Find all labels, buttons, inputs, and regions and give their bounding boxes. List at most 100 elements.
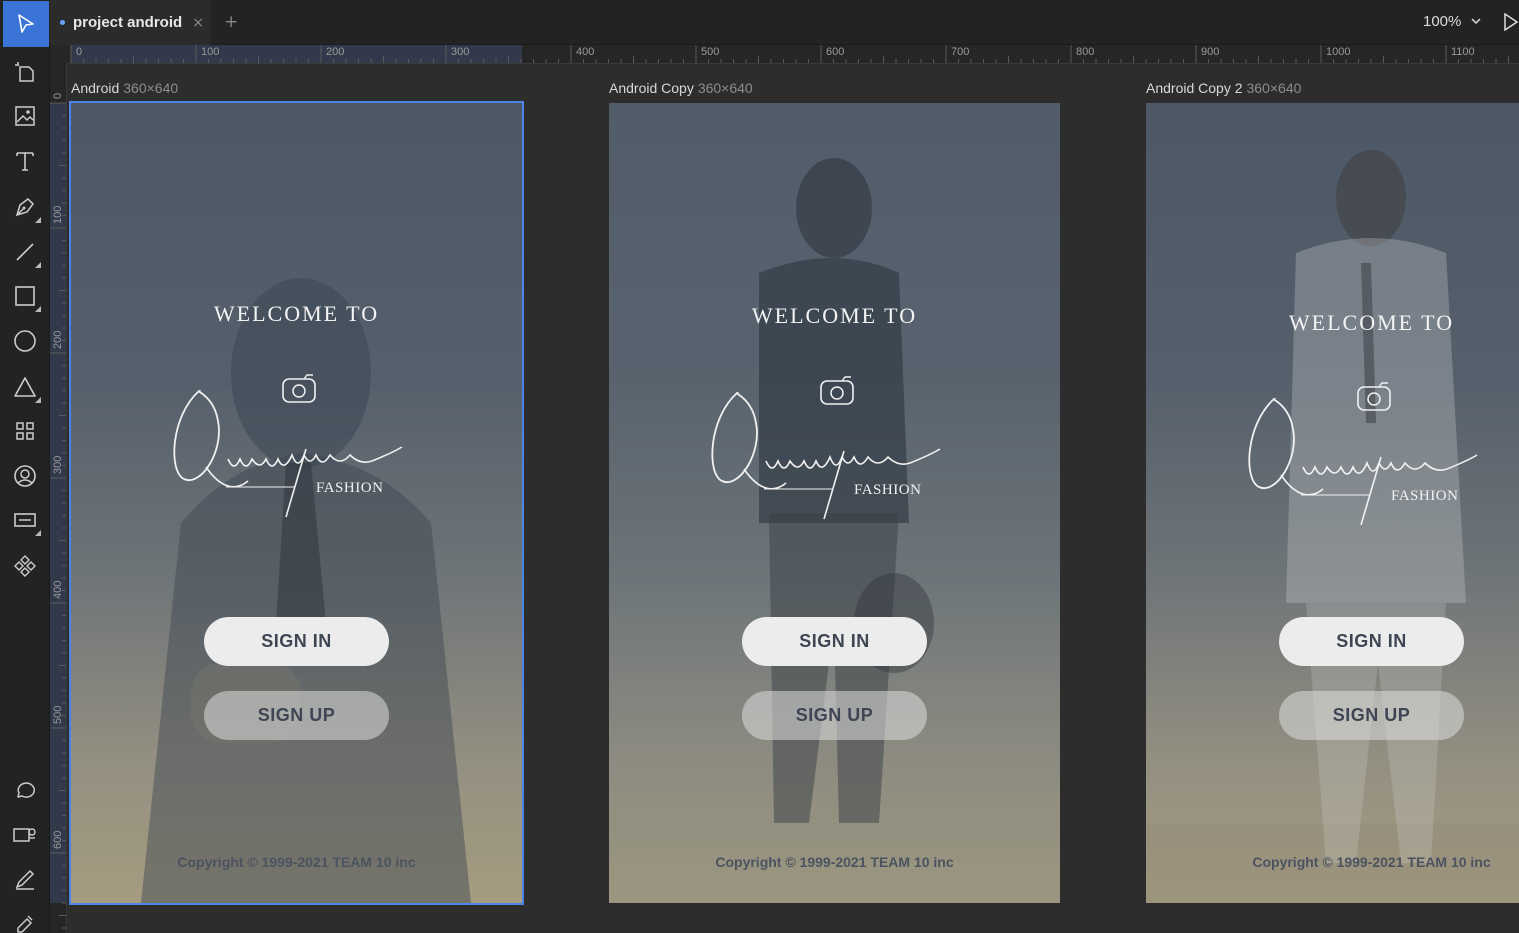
select-tool[interactable]: [3, 1, 49, 47]
left-toolbar: [0, 45, 50, 933]
artboard-android[interactable]: WELCOME TO FASHION SIGN IN SIGN UP Copyr…: [69, 101, 524, 905]
line-tool[interactable]: [9, 236, 41, 268]
avatar-tool[interactable]: [9, 460, 41, 492]
artboard-title[interactable]: Android Copy 2 360×640: [1146, 80, 1301, 96]
artboard-title[interactable]: Android Copy 360×640: [609, 80, 753, 96]
ruler-label: 100: [201, 46, 220, 58]
preview-play-icon[interactable]: [1503, 13, 1519, 31]
add-tab-button[interactable]: +: [224, 12, 238, 32]
ruler-ticks: [70, 45, 1509, 63]
brand-logo: FASHION: [1248, 382, 1478, 526]
ruler-label: 100: [52, 205, 64, 224]
image-tool[interactable]: [9, 100, 41, 132]
submenu-indicator-icon: [35, 262, 41, 268]
ruler-label: 300: [52, 455, 64, 474]
text-tool[interactable]: [9, 145, 41, 177]
submenu-indicator-icon: [35, 306, 41, 312]
brand-logo: FASHION: [711, 376, 941, 520]
ruler-label: 600: [52, 830, 64, 849]
artboard-android-copy-2[interactable]: WELCOME TO FASHION SIGN IN SIGN UP Copyr…: [1146, 103, 1519, 903]
welcome-heading: WELCOME TO: [751, 303, 918, 328]
brand-logo: FASHION: [173, 374, 403, 518]
component-icon: [14, 555, 36, 577]
rectangle-icon: [15, 286, 35, 306]
submenu-indicator-icon: [35, 530, 41, 536]
ruler-label: 200: [52, 330, 64, 349]
logo-subtitle: FASHION: [854, 482, 921, 498]
line-icon: [16, 243, 34, 261]
sign-in-button[interactable]: SIGN IN: [1279, 617, 1464, 666]
zoom-level[interactable]: 100%: [1423, 13, 1461, 30]
artboard-title[interactable]: Android 360×640: [71, 80, 178, 96]
artboard-tool[interactable]: [9, 56, 41, 88]
eyedropper-tool[interactable]: [9, 907, 41, 933]
artboard-dimensions: 360×640: [1246, 80, 1302, 96]
ellipse-icon: [14, 330, 36, 352]
chevron-down-icon[interactable]: [1470, 15, 1482, 27]
ruler-label: 300: [451, 46, 470, 58]
welcome-heading: WELCOME TO: [213, 301, 380, 326]
ruler-corner: [50, 45, 67, 64]
ruler-label: 700: [951, 46, 970, 58]
ruler-label: 800: [1076, 46, 1095, 58]
ruler-label: 600: [826, 46, 845, 58]
image-icon: [15, 106, 35, 126]
artboard-dimensions: 360×640: [697, 80, 753, 96]
artboard-name: Android Copy 2: [1146, 80, 1243, 96]
rectangle-tool[interactable]: [9, 280, 41, 312]
sign-up-button[interactable]: SIGN UP: [742, 691, 927, 740]
ruler-label: 1100: [1451, 46, 1475, 58]
artboard-name: Android Copy: [609, 80, 694, 96]
submenu-indicator-icon: [35, 397, 41, 403]
comment-tool[interactable]: [9, 774, 41, 806]
component-tool[interactable]: [9, 550, 41, 582]
logo-script: [1248, 398, 1478, 526]
input-tool[interactable]: [9, 504, 41, 536]
grid-tool[interactable]: [9, 415, 41, 447]
welcome-heading: WELCOME TO: [1288, 310, 1455, 335]
copyright-text: Copyright © 1999-2021 TEAM 10 inc: [715, 854, 954, 870]
user-avatar-icon: [14, 465, 36, 487]
pen-icon: [15, 198, 34, 217]
ruler-label: 0: [76, 46, 83, 58]
artboard-name: Android: [71, 80, 120, 96]
logo-subtitle: FASHION: [316, 480, 383, 496]
document-tab-label: project android: [73, 14, 183, 31]
sign-up-button[interactable]: SIGN UP: [204, 691, 389, 740]
copyright-text: Copyright © 1999-2021 TEAM 10 inc: [177, 854, 416, 870]
sign-up-button[interactable]: SIGN UP: [1279, 691, 1464, 740]
document-tab[interactable]: project android ×: [50, 0, 211, 45]
ruler-label: 200: [326, 46, 345, 58]
close-tab-icon[interactable]: ×: [192, 15, 204, 31]
ruler-label: 1000: [1326, 46, 1351, 58]
ruler-label: 400: [576, 46, 595, 58]
sign-in-button[interactable]: SIGN IN: [742, 617, 927, 666]
artboard-dimensions: 360×640: [123, 80, 179, 96]
pencil-icon: [15, 869, 35, 890]
submenu-indicator-icon: [35, 217, 41, 223]
pencil-tool[interactable]: [9, 863, 41, 895]
comment-icon: [17, 782, 35, 798]
cursor-arrow-icon: [18, 14, 34, 33]
camera-icon: [282, 374, 316, 403]
camera-icon: [1357, 382, 1391, 411]
triangle-icon: [14, 377, 36, 397]
artboard-icon: [15, 62, 34, 82]
triangle-tool[interactable]: [9, 371, 41, 403]
ellipse-tool[interactable]: [9, 325, 41, 357]
top-bar: project android × + 100%: [0, 0, 1519, 45]
vertical-ruler: 0 100 200 300 400 500 600: [50, 64, 67, 933]
logo-script: [173, 390, 403, 518]
prototype-share-icon: [13, 828, 36, 842]
camera-icon: [820, 376, 854, 405]
logo-script: [711, 392, 941, 520]
prototype-tool[interactable]: [9, 819, 41, 851]
eyedropper-icon: [17, 915, 33, 933]
sign-in-button[interactable]: SIGN IN: [204, 617, 389, 666]
design-canvas[interactable]: Android 360×640 WELCOME TO FASHION SIGN …: [67, 64, 1519, 933]
pen-tool[interactable]: [9, 191, 41, 223]
artboard-android-copy[interactable]: WELCOME TO FASHION SIGN IN SIGN UP Copyr…: [609, 103, 1060, 903]
copyright-text: Copyright © 1999-2021 TEAM 10 inc: [1252, 854, 1491, 870]
input-field-icon: [14, 513, 36, 527]
ruler-ticks: [50, 102, 66, 929]
